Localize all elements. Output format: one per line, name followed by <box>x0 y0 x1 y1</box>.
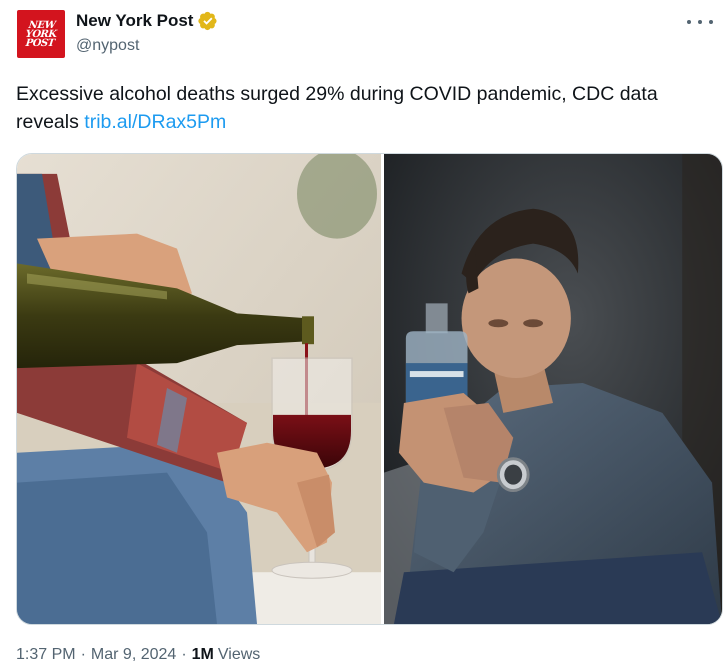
more-options-icon[interactable] <box>687 12 713 32</box>
meta-separator: · <box>80 646 86 663</box>
meta-separator: · <box>181 646 187 663</box>
verified-badge-icon[interactable] <box>198 11 218 31</box>
post-time[interactable]: 1:37 PM <box>16 646 76 664</box>
wine-pouring-photo[interactable] <box>17 154 381 624</box>
post-text-line-2: reveals <box>16 111 79 133</box>
author-name-row: New York Post <box>76 11 218 31</box>
post-text-line-1: Excessive alcohol deaths surged 29% duri… <box>16 83 658 105</box>
avatar-logo-text: NEW YORK POST <box>24 19 57 49</box>
views-label: Views <box>217 646 261 663</box>
author-handle[interactable]: @nypost <box>76 37 139 55</box>
display-name[interactable]: New York Post <box>76 11 193 31</box>
post-date[interactable]: Mar 9, 2024 <box>91 646 176 664</box>
views-count: 1M <box>191 646 214 663</box>
post-text: Excessive alcohol deaths surged 29% duri… <box>16 80 726 136</box>
post-link[interactable]: trib.al/DRax5Pm <box>84 111 226 133</box>
post-meta: 1:37 PM · Mar 9, 2024 · 1M Views <box>16 646 260 664</box>
avatar[interactable]: NEW YORK POST <box>17 10 65 58</box>
man-with-bottle-photo[interactable] <box>384 154 722 624</box>
media-grid <box>16 153 723 625</box>
